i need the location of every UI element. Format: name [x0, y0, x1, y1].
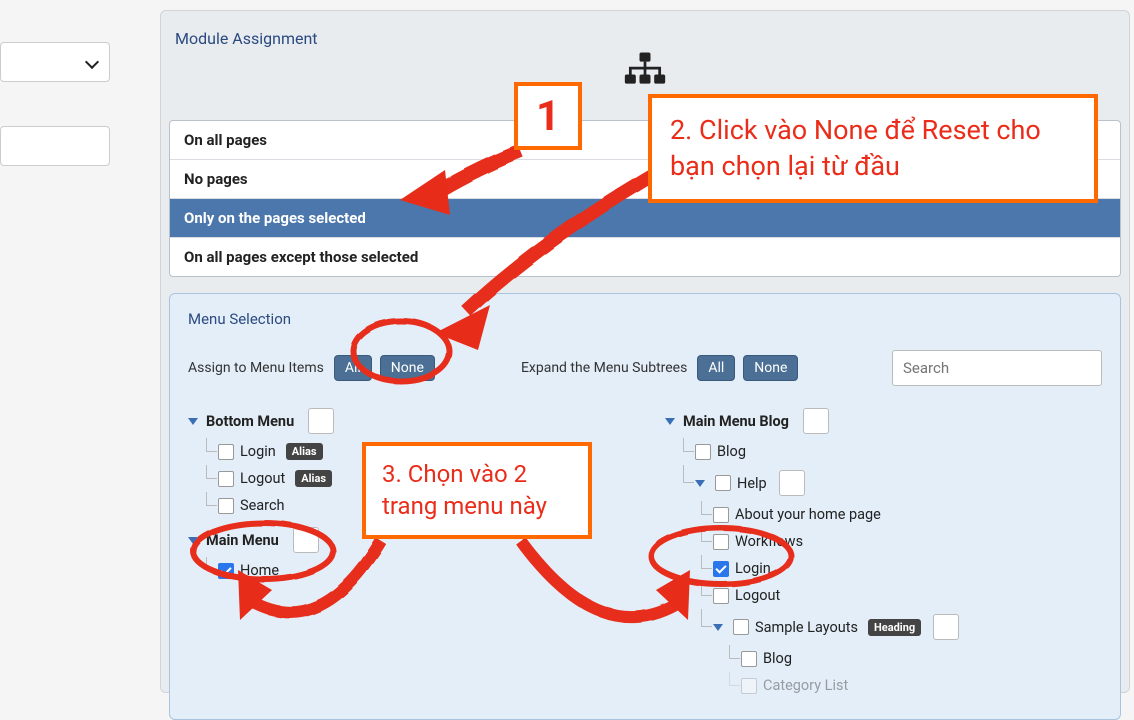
tree-item-home[interactable]: Home [198, 557, 625, 584]
bottom-menu-name: Bottom Menu [206, 413, 294, 430]
tree-item-login2[interactable]: Login [693, 555, 1102, 582]
help-select-button[interactable] [779, 470, 805, 496]
item-label: Login [735, 560, 771, 577]
tree-item-blog[interactable]: Blog [675, 438, 1102, 465]
checkbox[interactable] [741, 678, 757, 694]
item-label: Login [240, 443, 276, 460]
checkbox-checked[interactable] [713, 561, 729, 577]
annotation-2: 2. Click vào None để Reset cho bạn chọn … [648, 94, 1098, 203]
tree-item-help[interactable]: Help [675, 465, 1102, 501]
checkbox[interactable] [713, 534, 729, 550]
tree-item-workflows[interactable]: Workflows [693, 528, 1102, 555]
item-label: Blog [717, 443, 746, 460]
checkbox[interactable] [715, 475, 731, 491]
checkbox-checked[interactable] [218, 563, 234, 579]
assign-all-button[interactable]: All [334, 355, 372, 381]
annotation-1: 1 [514, 82, 582, 150]
checkbox[interactable] [218, 471, 234, 487]
main-menu-blog-select-button[interactable] [803, 408, 829, 434]
menu-columns: Bottom Menu Login Alias Logout Alias [188, 404, 1102, 703]
caret-icon[interactable] [695, 480, 705, 487]
expand-label: Expand the Menu Subtrees [521, 360, 687, 376]
checkbox[interactable] [218, 498, 234, 514]
checkbox[interactable] [741, 651, 757, 667]
item-label: Logout [735, 587, 780, 604]
menu-selection-box: Menu Selection Assign to Menu Items All … [169, 293, 1121, 720]
expand-none-button[interactable]: None [743, 355, 798, 381]
item-label: Category List [763, 677, 848, 694]
main-menu-blog-group: Main Menu Blog Blog Help [665, 404, 1102, 699]
opt-except-selected[interactable]: On all pages except those selected [170, 238, 1120, 276]
sidebar-select-1[interactable] [0, 42, 110, 82]
main-menu-select-button[interactable] [293, 527, 319, 553]
opt-only-selected[interactable]: Only on the pages selected [170, 199, 1120, 238]
caret-icon[interactable] [665, 418, 675, 425]
sample-select-button[interactable] [933, 614, 959, 640]
caret-icon[interactable] [713, 624, 723, 631]
tree-item-sample[interactable]: Sample Layouts Heading [693, 609, 1102, 645]
menu-selection-controls: Assign to Menu Items All None Expand the… [188, 350, 1102, 386]
bottom-menu-select-button[interactable] [308, 408, 334, 434]
chevron-down-icon [85, 55, 99, 69]
menu-col-right: Main Menu Blog Blog Help [665, 404, 1102, 703]
tree-item-about[interactable]: About your home page [693, 501, 1102, 528]
item-label: Sample Layouts [755, 619, 858, 636]
checkbox[interactable] [695, 444, 711, 460]
item-label: Logout [240, 470, 285, 487]
item-label: Blog [763, 650, 792, 667]
caret-icon[interactable] [188, 418, 198, 425]
expand-all-button[interactable]: All [697, 355, 735, 381]
checkbox[interactable] [713, 588, 729, 604]
item-label: Home [240, 562, 279, 579]
menu-selection-title: Menu Selection [188, 310, 1102, 328]
module-assignment-title: Module Assignment [161, 11, 1129, 48]
heading-tag: Heading [868, 619, 921, 636]
item-label: Help [737, 475, 767, 492]
item-label: About your home page [735, 506, 881, 523]
main-menu-name: Main Menu [206, 532, 279, 549]
checkbox[interactable] [713, 507, 729, 523]
checkbox[interactable] [218, 444, 234, 460]
tree-item-logout2[interactable]: Logout [693, 582, 1102, 609]
sitemap-icon [623, 51, 667, 91]
checkbox[interactable] [733, 619, 749, 635]
main-menu-blog-name: Main Menu Blog [683, 413, 789, 430]
sidebar-select-2[interactable] [0, 126, 110, 166]
tree-item-catlist[interactable]: Category List [721, 672, 1102, 699]
tree-item-sblog[interactable]: Blog [721, 645, 1102, 672]
annotation-3: 3. Chọn vào 2 trang menu này [362, 442, 592, 539]
assign-none-button[interactable]: None [380, 355, 435, 381]
assign-to-label: Assign to Menu Items [188, 360, 324, 376]
item-label: Search [240, 497, 285, 514]
alias-tag: Alias [295, 470, 332, 487]
alias-tag: Alias [286, 443, 323, 460]
caret-icon[interactable] [188, 537, 198, 544]
menu-search-input[interactable] [892, 350, 1102, 386]
item-label: Workflows [735, 533, 803, 550]
